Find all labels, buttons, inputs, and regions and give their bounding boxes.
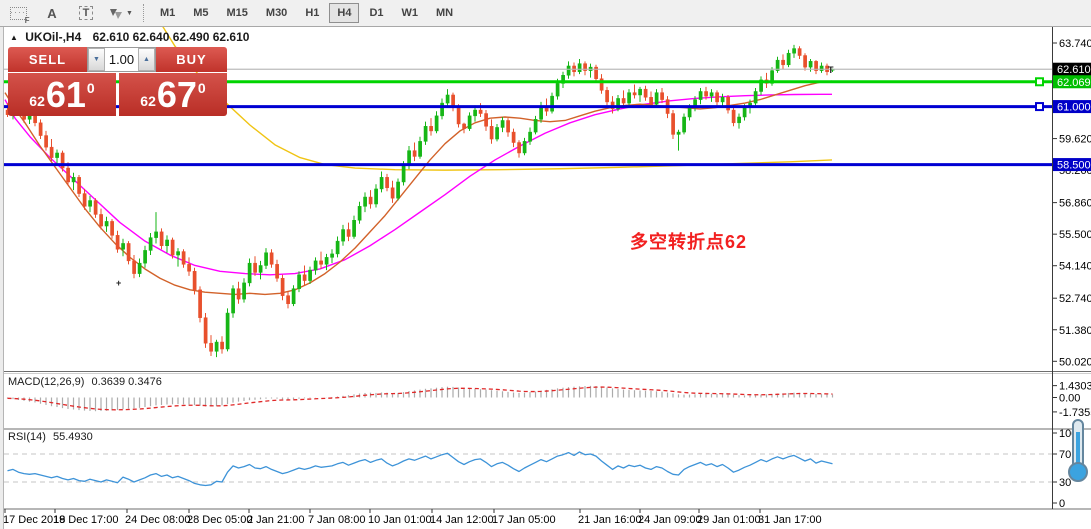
letter-a-icon: A <box>47 6 56 21</box>
buy-button[interactable]: BUY <box>156 47 227 72</box>
timeframe-h4[interactable]: H4 <box>329 3 359 23</box>
svg-text:2 Jan 21:00: 2 Jan 21:00 <box>247 514 305 526</box>
svg-text:24 Jan 09:00: 24 Jan 09:00 <box>638 514 702 526</box>
svg-text:21 Jan 16:00: 21 Jan 16:00 <box>578 514 642 526</box>
rsi-indicator-label: RSI(14) 55.4930 <box>8 431 93 443</box>
window-left-border <box>0 26 4 529</box>
timeframe-mn[interactable]: MN <box>428 3 461 23</box>
time-axis: 17 Dec 201819 Dec 17:0024 Dec 08:0028 De… <box>3 509 822 526</box>
svg-text:14 Jan 12:00: 14 Jan 12:00 <box>430 514 494 526</box>
arrows-tool[interactable]: ▼ <box>108 2 133 24</box>
diamond-arrows-icon <box>108 7 124 20</box>
svg-text:54.140: 54.140 <box>1059 261 1091 273</box>
macd-pane <box>8 386 833 411</box>
svg-text:52.740: 52.740 <box>1059 293 1091 305</box>
timeframe-group: M1M5M15M30H1H4D1W1MN <box>151 3 462 23</box>
symbol-title: UKOil-,H4 <box>25 30 81 44</box>
sell-price-sup: 0 <box>87 80 95 96</box>
timeframe-h1[interactable]: H1 <box>297 3 327 23</box>
dropdown-caret-icon: ▼ <box>126 10 133 17</box>
letter-t-icon: T <box>79 6 94 20</box>
timeframe-d1[interactable]: D1 <box>361 3 391 23</box>
svg-text:56.860: 56.860 <box>1059 198 1091 210</box>
cursor-mark: + <box>116 278 121 288</box>
svg-text:0: 0 <box>1059 498 1065 510</box>
text-label-tool[interactable]: A <box>40 2 64 24</box>
svg-text:19 Dec 17:00: 19 Dec 17:00 <box>53 514 118 526</box>
timeframe-m30[interactable]: M30 <box>258 3 295 23</box>
svg-text:24 Dec 08:00: 24 Dec 08:00 <box>125 514 190 526</box>
rsi-pane <box>4 452 1052 486</box>
one-click-trade-panel: SELL ▼ 1.00 ▲ BUY 62 61 0 62 67 0 <box>8 47 227 116</box>
timeframe-m5[interactable]: M5 <box>185 3 216 23</box>
svg-text:62.610: 62.610 <box>1057 64 1091 76</box>
svg-text:55.500: 55.500 <box>1059 229 1091 241</box>
timeframe-m15[interactable]: M15 <box>219 3 256 23</box>
volume-box: ▼ 1.00 ▲ <box>87 47 156 72</box>
svg-text:62.069: 62.069 <box>1057 77 1091 89</box>
svg-text:0.00: 0.00 <box>1059 393 1080 405</box>
toolbar: F A T ▼ M1M5M15M30H1H4D1W1MN <box>0 0 1091 27</box>
chart-header: ▲ UKOil-,H4 62.610 62.640 62.490 62.610 <box>10 30 249 44</box>
volume-field[interactable]: 1.00 <box>105 48 138 71</box>
svg-text:58.500: 58.500 <box>1057 160 1091 172</box>
buy-price-button[interactable]: 62 67 0 <box>119 73 227 116</box>
text-tool[interactable]: T <box>74 2 98 24</box>
toolbar-separator <box>143 4 145 22</box>
timeframe-m1[interactable]: M1 <box>152 3 183 23</box>
object-grid-tool[interactable]: F <box>6 2 30 24</box>
svg-text:28 Dec 05:00: 28 Dec 05:00 <box>187 514 252 526</box>
buy-price-prefix: 62 <box>140 93 156 109</box>
timeframe-w1[interactable]: W1 <box>394 3 427 23</box>
volume-decrease-button[interactable]: ▼ <box>88 48 105 71</box>
mt4-window: { "toolbar": { "grid_tool_letter": "F", … <box>0 0 1091 529</box>
rsi-value: 55.4930 <box>53 431 93 443</box>
sell-price-main: 61 <box>46 75 86 115</box>
macd-indicator-label: MACD(12,26,9) 0.3639 0.3476 <box>8 376 162 388</box>
svg-text:1.4303: 1.4303 <box>1059 381 1091 393</box>
rsi-name: RSI(14) <box>8 431 46 443</box>
svg-text:51.380: 51.380 <box>1059 325 1091 337</box>
svg-text:10 Jan 01:00: 10 Jan 01:00 <box>368 514 432 526</box>
svg-text:61.000: 61.000 <box>1057 102 1091 114</box>
macd-name: MACD(12,26,9) <box>8 376 84 388</box>
volume-increase-button[interactable]: ▲ <box>138 48 155 71</box>
svg-text:31 Jan 17:00: 31 Jan 17:00 <box>758 514 822 526</box>
cursor-mark: T <box>828 65 834 75</box>
chart-annotation-text: 多空转折点62 <box>630 228 747 254</box>
svg-text:17 Jan 05:00: 17 Jan 05:00 <box>492 514 556 526</box>
collapse-triangle-icon[interactable]: ▲ <box>10 33 18 42</box>
sell-price-button[interactable]: 62 61 0 <box>8 73 116 116</box>
thermometer-icon <box>1066 418 1090 484</box>
yellow-ma-line <box>152 9 832 170</box>
svg-text:7 Jan 08:00: 7 Jan 08:00 <box>308 514 366 526</box>
thermometer-indicator <box>1066 418 1090 489</box>
sell-price-prefix: 62 <box>29 93 45 109</box>
buy-price-main: 67 <box>157 75 197 115</box>
svg-text:50.020: 50.020 <box>1059 356 1091 368</box>
svg-text:63.740: 63.740 <box>1059 38 1091 50</box>
macd-values: 0.3639 0.3476 <box>91 376 161 388</box>
svg-text:59.620: 59.620 <box>1059 134 1091 146</box>
sell-button[interactable]: SELL <box>8 47 87 72</box>
line-anchor-marker <box>1036 78 1043 85</box>
rsi-line <box>8 452 833 486</box>
grid-icon: F <box>10 7 27 20</box>
svg-text:29 Jan 01:00: 29 Jan 01:00 <box>697 514 761 526</box>
line-anchor-marker <box>1036 103 1043 110</box>
buy-price-sup: 0 <box>198 80 206 96</box>
ohlc-readout: 62.610 62.640 62.490 62.610 <box>93 30 250 44</box>
